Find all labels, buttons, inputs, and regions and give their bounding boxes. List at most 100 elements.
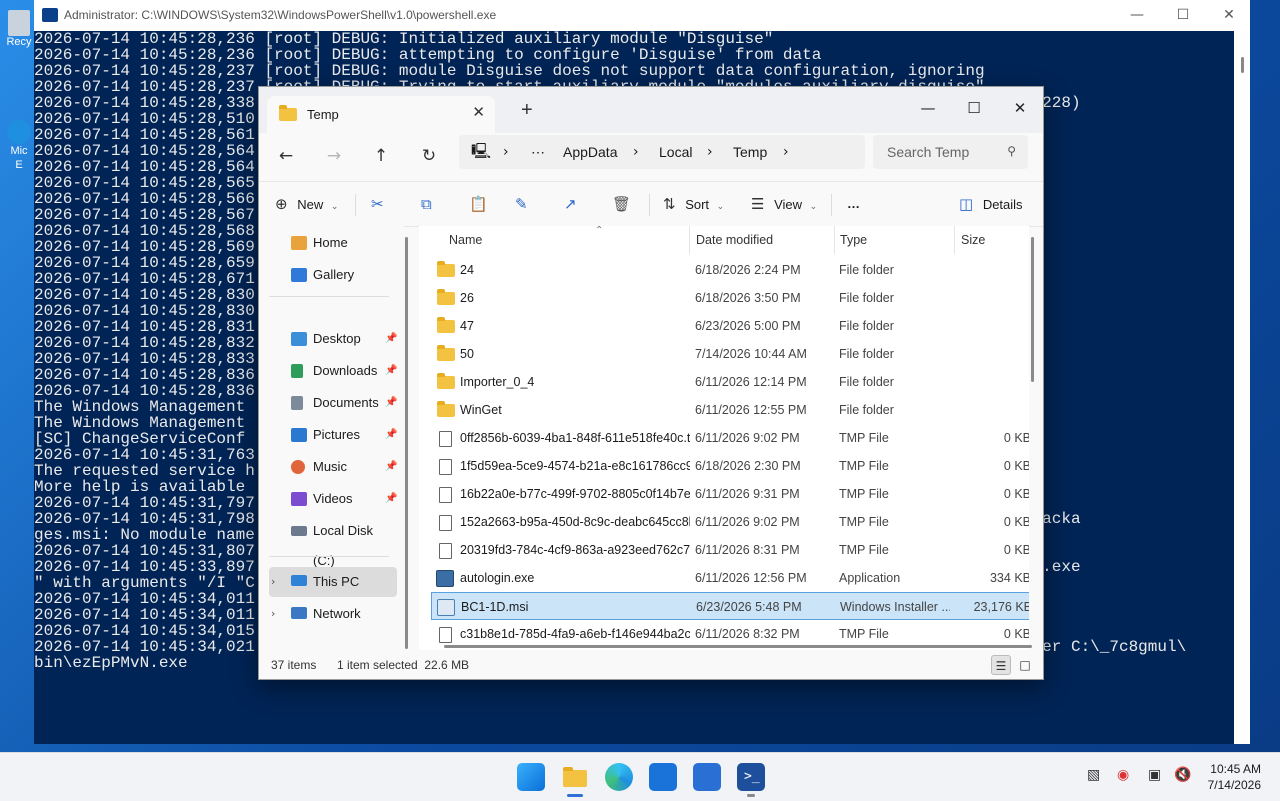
- network-icon[interactable]: ▣: [1148, 767, 1161, 783]
- list-scrollbar[interactable]: [1031, 237, 1034, 382]
- search-input[interactable]: [885, 143, 999, 161]
- file-date: 7/14/2026 10:44 AM: [695, 347, 807, 361]
- details-view-icon[interactable]: ☰: [991, 655, 1011, 675]
- trash-icon: 🗑: [612, 195, 632, 213]
- column-divider[interactable]: [689, 226, 690, 254]
- file-size: 0 KB: [1003, 627, 1029, 641]
- outlook-icon[interactable]: [693, 763, 721, 791]
- minimize-button[interactable]: —: [905, 93, 951, 123]
- minimize-button[interactable]: —: [1114, 0, 1160, 31]
- paste-button[interactable]: 📋: [469, 189, 488, 219]
- sidebar-item-pictures[interactable]: Pictures 📌: [269, 420, 397, 450]
- powershell-titlebar[interactable]: Administrator: C:\WINDOWS\System32\Windo…: [34, 0, 1250, 31]
- scroll-thumb[interactable]: [1241, 57, 1244, 73]
- tiles-view-icon[interactable]: □: [1015, 655, 1035, 675]
- sort-button[interactable]: ⇅ Sort ⌄: [663, 189, 724, 219]
- store-icon[interactable]: [649, 763, 677, 791]
- column-header-size[interactable]: Size: [961, 226, 985, 254]
- powershell-icon[interactable]: >_: [737, 763, 765, 791]
- sidebar-item-desktop[interactable]: Desktop 📌: [269, 324, 397, 354]
- powershell-scrollbar[interactable]: [1234, 31, 1250, 744]
- column-header-type[interactable]: Type: [840, 226, 867, 254]
- column-divider[interactable]: [954, 226, 955, 254]
- search-box[interactable]: ⚲: [873, 135, 1028, 169]
- file-row[interactable]: 152a2663-b95a-450d-8c9c-deabc645cc8b... 6…: [431, 508, 1029, 536]
- edge-shortcut-icon[interactable]: Mic E: [2, 120, 36, 172]
- edge-icon[interactable]: [605, 763, 633, 791]
- file-explorer-icon[interactable]: [561, 763, 589, 791]
- security-icon[interactable]: ◉: [1117, 767, 1129, 783]
- file-row[interactable]: 50 7/14/2026 10:44 AM File folder: [431, 340, 1029, 368]
- details-pane-button[interactable]: ◫ Details: [959, 189, 1023, 219]
- breadcrumb-local[interactable]: Local: [659, 144, 692, 160]
- share-button[interactable]: ↗: [564, 189, 577, 219]
- usb-icon[interactable]: ▧: [1087, 767, 1100, 783]
- more-options-button[interactable]: …: [847, 189, 860, 219]
- copy-button[interactable]: ⧉: [421, 189, 432, 219]
- view-button[interactable]: ☰ View ⌄: [751, 189, 817, 219]
- tab-temp[interactable]: Temp ✕: [267, 96, 495, 133]
- close-button[interactable]: ✕: [997, 93, 1043, 123]
- file-explorer-window[interactable]: Temp ✕ + — ☐ ✕ ← → ↑ ↻ 🖳 › ⋯ AppData › L…: [258, 86, 1044, 680]
- file-row[interactable]: BC1-1D.msi 6/23/2026 5:48 PM Windows Insta…: [431, 592, 1029, 620]
- system-clock[interactable]: 10:45 AM 7/14/2026: [1205, 761, 1261, 793]
- file-type: TMP File: [839, 543, 889, 557]
- sort-icon: ⇅: [663, 195, 676, 213]
- new-button[interactable]: ⊕ New ⌄: [275, 189, 338, 219]
- up-button[interactable]: ↑: [366, 141, 396, 171]
- maximize-button[interactable]: ☐: [1160, 0, 1206, 31]
- breadcrumb-appdata[interactable]: AppData: [563, 144, 617, 160]
- file-date: 6/18/2026 2:24 PM: [695, 263, 801, 277]
- column-header-date[interactable]: Date modified: [696, 226, 773, 254]
- new-tab-button[interactable]: +: [521, 99, 533, 122]
- breadcrumb-temp[interactable]: Temp: [733, 144, 767, 160]
- file-row[interactable]: 0ff2856b-6039-4ba1-848f-611e518fe40c.t..…: [431, 424, 1029, 452]
- new-label: New: [297, 197, 324, 212]
- delete-button[interactable]: 🗑: [612, 189, 631, 219]
- sidebar-item-this-pc[interactable]: › This PC: [269, 567, 397, 597]
- sidebar-item-gallery[interactable]: Gallery: [269, 260, 397, 290]
- back-button[interactable]: ←: [271, 141, 301, 171]
- file-row[interactable]: 20319fd3-784c-4cf9-863a-a923eed762c7.t..…: [431, 536, 1029, 564]
- file-row[interactable]: 26 6/18/2026 3:50 PM File folder: [431, 284, 1029, 312]
- chevron-right-icon[interactable]: ›: [783, 144, 789, 160]
- forward-button[interactable]: →: [319, 141, 349, 171]
- nav-scrollbar[interactable]: [405, 237, 408, 649]
- sidebar-item-local-disk[interactable]: Local Disk (C:): [269, 516, 397, 568]
- sidebar-item-videos[interactable]: Videos 📌: [269, 484, 397, 514]
- file-row[interactable]: WinGet 6/11/2026 12:55 PM File folder: [431, 396, 1029, 424]
- file-row[interactable]: Importer_0_4 6/11/2026 12:14 PM File folde…: [431, 368, 1029, 396]
- file-row[interactable]: 24 6/18/2026 2:24 PM File folder: [431, 256, 1029, 284]
- column-header-name[interactable]: ⌃ Name: [449, 226, 603, 254]
- column-divider[interactable]: [834, 226, 835, 254]
- chevron-right-icon[interactable]: ›: [271, 567, 275, 597]
- file-row[interactable]: 1f5d59ea-5ce9-4574-b21a-e8c161786cc9....…: [431, 452, 1029, 480]
- sidebar-item-network[interactable]: › Network: [269, 599, 397, 629]
- volume-muted-icon[interactable]: 🔇: [1174, 767, 1191, 783]
- explorer-tabbar: Temp ✕ + — ☐ ✕: [259, 87, 1043, 133]
- rename-button[interactable]: ✎: [515, 189, 528, 219]
- file-size: 0 KB: [1003, 543, 1029, 557]
- file-row[interactable]: 16b22a0e-b77c-499f-9702-8805c0f14b7e....…: [431, 480, 1029, 508]
- file-row[interactable]: autologin.exe 6/11/2026 12:56 PM Applicati…: [431, 564, 1029, 592]
- maximize-button[interactable]: ☐: [951, 93, 997, 123]
- file-type: TMP File: [839, 431, 889, 445]
- chevron-right-icon[interactable]: ›: [271, 599, 275, 629]
- sidebar-item-documents[interactable]: Documents 📌: [269, 388, 397, 418]
- recycle-bin-icon[interactable]: Recy: [2, 10, 36, 48]
- cut-button[interactable]: ✂: [371, 189, 384, 219]
- powershell-title: Administrator: C:\WINDOWS\System32\Windo…: [64, 8, 497, 22]
- file-row[interactable]: 47 6/23/2026 5:00 PM File folder: [431, 312, 1029, 340]
- sidebar-item-music[interactable]: Music 📌: [269, 452, 397, 482]
- column-header-label: Name: [449, 233, 483, 247]
- close-tab-icon[interactable]: ✕: [472, 103, 485, 121]
- file-row[interactable]: c31b8e1d-785d-4fa9-a6eb-f146e944ba2c....…: [431, 620, 1029, 648]
- close-button[interactable]: ✕: [1206, 0, 1252, 31]
- more-crumbs-icon[interactable]: ⋯: [531, 144, 545, 161]
- refresh-button[interactable]: ↻: [414, 141, 444, 171]
- address-bar[interactable]: 🖳 › ⋯ AppData › Local › Temp ›: [459, 135, 865, 169]
- sidebar-item-home[interactable]: Home: [269, 228, 397, 258]
- sidebar-item-downloads[interactable]: Downloads 📌: [269, 356, 397, 386]
- start-icon[interactable]: [517, 763, 545, 791]
- list-horizontal-scrollbar[interactable]: [444, 645, 1032, 648]
